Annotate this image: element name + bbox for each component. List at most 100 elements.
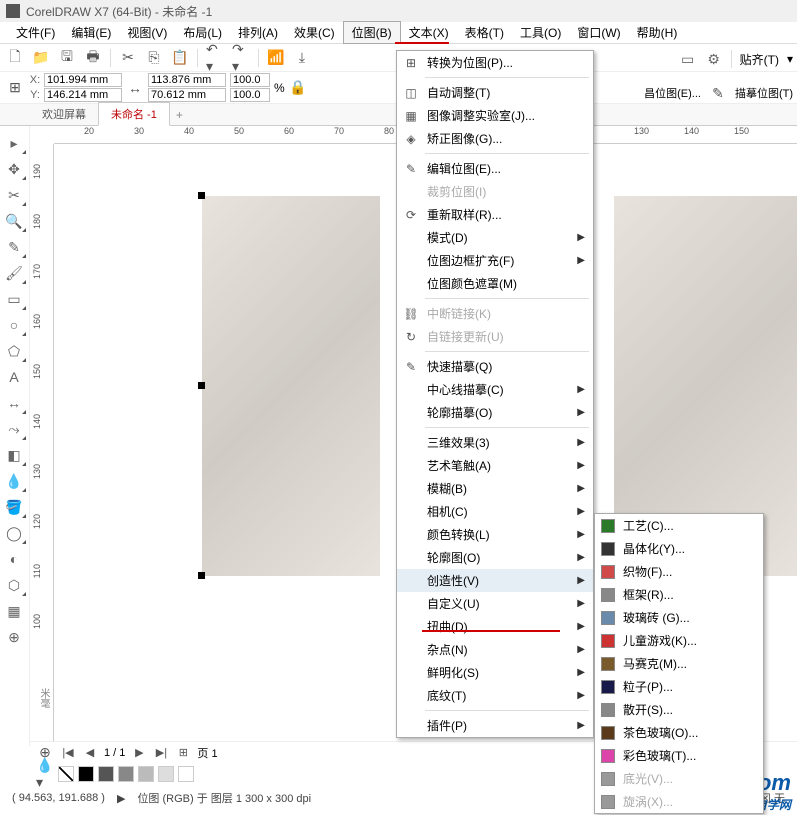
submenu-item[interactable]: 晶体化(Y)... bbox=[595, 537, 763, 560]
publish-icon[interactable]: ▭ bbox=[679, 50, 697, 68]
menu-item[interactable]: 创造性(V)▶ bbox=[397, 569, 593, 592]
submenu-item[interactable]: 玻璃砖 (G)... bbox=[595, 606, 763, 629]
blend-tool-icon[interactable]: ⬡ bbox=[0, 572, 28, 598]
menu-tools[interactable]: 工具(O) bbox=[512, 22, 569, 43]
menu-item[interactable]: 轮廓图(O)▶ bbox=[397, 546, 593, 569]
transparency-tool-icon[interactable]: ◐ bbox=[0, 546, 28, 572]
color-swatch[interactable] bbox=[98, 766, 114, 782]
menu-item[interactable]: 中心线描摹(C)▶ bbox=[397, 378, 593, 401]
selected-bitmap[interactable] bbox=[202, 196, 380, 576]
zoom-tool-icon[interactable]: 🔍 bbox=[0, 208, 28, 234]
fill-tool-icon[interactable]: 🪣 bbox=[0, 494, 28, 520]
expand-icon[interactable]: ⊕ bbox=[0, 624, 28, 650]
selection-handle[interactable] bbox=[198, 572, 205, 579]
eyedropper-tool-icon[interactable]: 💧 bbox=[0, 468, 28, 494]
last-page-icon[interactable]: ▶| bbox=[153, 746, 169, 759]
menu-item[interactable]: 轮廓描摹(O)▶ bbox=[397, 401, 593, 424]
selection-handle[interactable] bbox=[198, 192, 205, 199]
connector-tool-icon[interactable]: ⤳ bbox=[0, 416, 28, 442]
menu-item[interactable]: ✎快速描摹(Q) bbox=[397, 355, 593, 378]
import-icon[interactable]: ⤓ bbox=[293, 49, 311, 67]
menu-bitmap[interactable]: 位图(B) bbox=[343, 21, 401, 44]
undo-icon[interactable]: ↶ ▾ bbox=[206, 49, 224, 67]
submenu-item[interactable]: 粒子(P)... bbox=[595, 675, 763, 698]
polygon-tool-icon[interactable]: ⬠ bbox=[0, 338, 28, 364]
menu-item[interactable]: 艺术笔触(A)▶ bbox=[397, 454, 593, 477]
play-icon[interactable]: ▶ bbox=[117, 792, 125, 805]
options-icon[interactable]: ⚙ bbox=[705, 50, 723, 68]
print-icon[interactable]: 🖶 bbox=[84, 49, 102, 67]
table-tool-icon[interactable]: ▦ bbox=[0, 598, 28, 624]
submenu-item[interactable]: 彩色玻璃(T)... bbox=[595, 744, 763, 767]
submenu-item[interactable]: 儿童游戏(K)... bbox=[595, 629, 763, 652]
edit-bitmap-button[interactable]: 昌位图(E)... bbox=[644, 85, 701, 101]
selection-handle[interactable] bbox=[198, 382, 205, 389]
scale-y-input[interactable] bbox=[230, 88, 270, 102]
height-input[interactable] bbox=[148, 88, 226, 102]
menu-view[interactable]: 视图(V) bbox=[119, 22, 175, 43]
menu-item[interactable]: ◈矫正图像(G)... bbox=[397, 127, 593, 150]
snap-button[interactable]: 贴齐(T) bbox=[740, 51, 779, 68]
menu-item[interactable]: 模糊(B)▶ bbox=[397, 477, 593, 500]
menu-item[interactable]: 位图颜色遮罩(M) bbox=[397, 272, 593, 295]
menu-help[interactable]: 帮助(H) bbox=[629, 22, 686, 43]
color-swatch[interactable] bbox=[138, 766, 154, 782]
dropdown-arrow-icon[interactable]: ▾ bbox=[787, 52, 793, 66]
tab-document[interactable]: 未命名 -1 bbox=[98, 102, 170, 126]
dimension-tool-icon[interactable]: ↔ bbox=[0, 390, 28, 416]
menu-item[interactable]: 底纹(T)▶ bbox=[397, 684, 593, 707]
submenu-item[interactable]: 框架(R)... bbox=[595, 583, 763, 606]
search-icon[interactable]: 📶 bbox=[267, 49, 285, 67]
submenu-item[interactable]: 织物(F)... bbox=[595, 560, 763, 583]
crop-tool-icon[interactable]: ✂ bbox=[0, 182, 28, 208]
menu-item[interactable]: 颜色转换(L)▶ bbox=[397, 523, 593, 546]
menu-item[interactable]: 鲜明化(S)▶ bbox=[397, 661, 593, 684]
rectangle-tool-icon[interactable]: ▭ bbox=[0, 286, 28, 312]
menu-item[interactable]: 插件(P)▶ bbox=[397, 714, 593, 737]
open-icon[interactable]: 📁 bbox=[32, 49, 50, 67]
menu-item[interactable]: ✎编辑位图(E)... bbox=[397, 157, 593, 180]
submenu-item[interactable]: 茶色玻璃(O)... bbox=[595, 721, 763, 744]
color-swatch[interactable] bbox=[78, 766, 94, 782]
next-page-icon[interactable]: ▶ bbox=[131, 746, 147, 759]
menu-item[interactable]: ⟳重新取样(R)... bbox=[397, 203, 593, 226]
first-page-icon[interactable]: |◀ bbox=[60, 746, 76, 759]
outline-tool-icon[interactable]: ◯ bbox=[0, 520, 28, 546]
lock-icon[interactable]: 🔒 bbox=[289, 79, 307, 97]
menu-file[interactable]: 文件(F) bbox=[8, 22, 63, 43]
menu-item[interactable]: ⊞转换为位图(P)... bbox=[397, 51, 593, 74]
color-swatch[interactable] bbox=[178, 766, 194, 782]
submenu-item[interactable]: 工艺(C)... bbox=[595, 514, 763, 537]
save-icon[interactable]: 🖫 bbox=[58, 49, 76, 67]
text-tool-icon[interactable]: A bbox=[0, 364, 28, 390]
scale-x-input[interactable] bbox=[230, 73, 270, 87]
paste-icon[interactable]: 📋 bbox=[171, 49, 189, 67]
menu-item[interactable]: 杂点(N)▶ bbox=[397, 638, 593, 661]
menu-edit[interactable]: 编辑(E) bbox=[63, 22, 119, 43]
submenu-item[interactable]: 马赛克(M)... bbox=[595, 652, 763, 675]
y-input[interactable] bbox=[44, 88, 122, 102]
menu-item[interactable]: 自定义(U)▶ bbox=[397, 592, 593, 615]
menu-item[interactable]: 模式(D)▶ bbox=[397, 226, 593, 249]
tab-add-button[interactable]: + bbox=[170, 105, 189, 125]
copy-icon[interactable]: ⎘ bbox=[145, 49, 163, 67]
submenu-item[interactable]: 散开(S)... bbox=[595, 698, 763, 721]
menu-item[interactable]: 扭曲(D)▶ bbox=[397, 615, 593, 638]
pick-tool-icon[interactable]: ▸ bbox=[0, 130, 28, 156]
menu-item[interactable]: ◫自动调整(T) bbox=[397, 81, 593, 104]
x-input[interactable] bbox=[44, 73, 122, 87]
menu-effects[interactable]: 效果(C) bbox=[286, 22, 343, 43]
menu-item[interactable]: 位图边框扩充(F)▶ bbox=[397, 249, 593, 272]
color-swatch[interactable] bbox=[118, 766, 134, 782]
redo-icon[interactable]: ↷ ▾ bbox=[232, 49, 250, 67]
effects-tool-icon[interactable]: ◧ bbox=[0, 442, 28, 468]
tab-welcome[interactable]: 欢迎屏幕 bbox=[30, 103, 98, 125]
cut-icon[interactable]: ✂ bbox=[119, 49, 137, 67]
add-page-icon[interactable]: ⊞ bbox=[175, 746, 191, 759]
ellipse-tool-icon[interactable]: ○ bbox=[0, 312, 28, 338]
trace-icon[interactable]: ✎ bbox=[709, 84, 727, 102]
menu-item[interactable]: 三维效果(3)▶ bbox=[397, 431, 593, 454]
width-input[interactable] bbox=[148, 73, 226, 87]
menu-table[interactable]: 表格(T) bbox=[457, 22, 512, 43]
color-swatch[interactable] bbox=[158, 766, 174, 782]
